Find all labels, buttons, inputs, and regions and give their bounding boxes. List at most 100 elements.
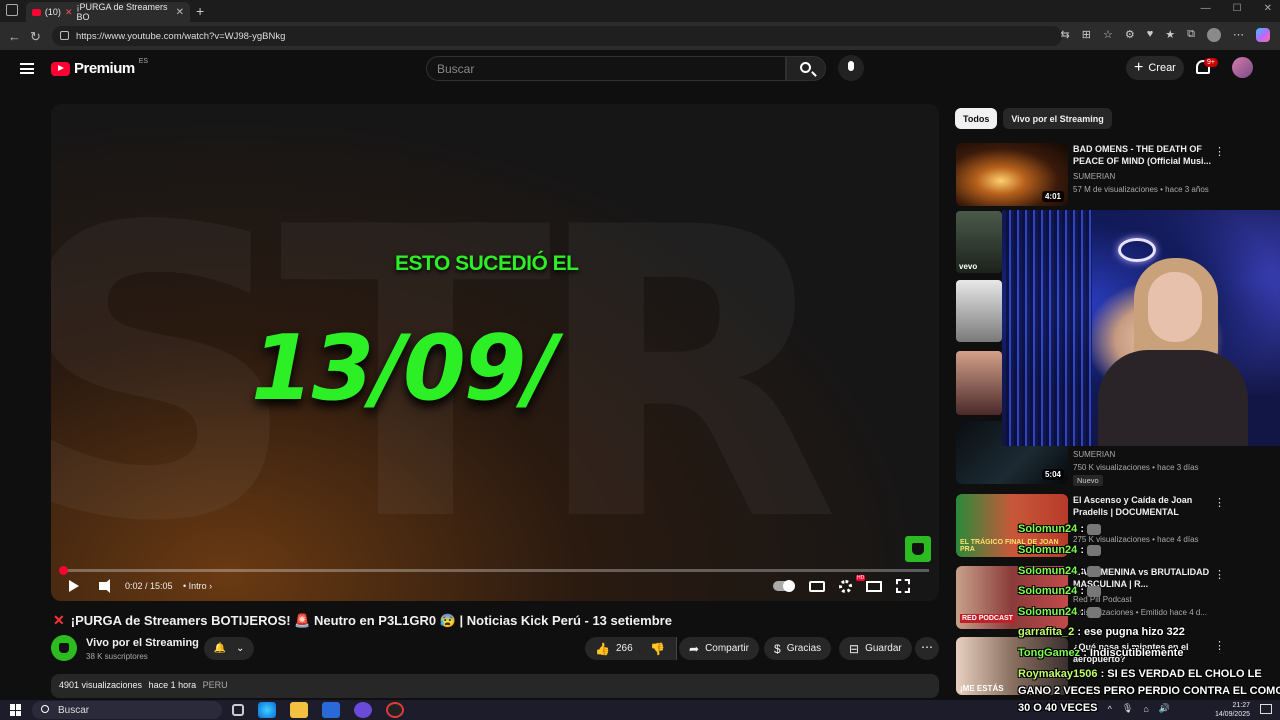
fullscreen-icon[interactable]: [896, 579, 910, 593]
url-field[interactable]: https://www.youtube.com/watch?v=WJ98-ygB…: [52, 26, 1062, 46]
create-button[interactable]: + Crear: [1126, 56, 1184, 80]
thumbs-up-icon: 👍: [595, 641, 610, 656]
recommended-video[interactable]: EL TRÁGICO FINAL DE JOAN PRA El Ascenso …: [956, 494, 1276, 558]
thumbs-down-icon: 👎: [650, 641, 665, 656]
progress-scrubber[interactable]: [59, 566, 68, 575]
clock-time: 21:27: [1232, 702, 1250, 709]
volume-icon[interactable]: [99, 579, 110, 593]
subtitles-icon[interactable]: [809, 580, 825, 592]
hamburger-menu-icon[interactable]: [20, 63, 34, 74]
like-count: 266: [615, 643, 633, 654]
search-button[interactable]: [786, 56, 826, 81]
favorite-star-icon[interactable]: ☆: [1103, 28, 1113, 42]
browser-tab-bar: (10) ✕ ¡PURGA de Streamers BO ✕ + — ☐ ✕: [0, 0, 1280, 22]
network-icon[interactable]: ⌂: [1143, 704, 1148, 714]
thanks-button[interactable]: $ Gracias: [764, 637, 832, 660]
play-icon[interactable]: [69, 580, 79, 592]
more-actions-icon[interactable]: ⋯: [915, 637, 939, 660]
store-icon[interactable]: [322, 702, 340, 718]
maximize-icon[interactable]: ☐: [1233, 3, 1242, 14]
mic-icon[interactable]: 🎙: [1122, 703, 1133, 714]
red-x-icon: ✕: [53, 612, 65, 628]
new-tab-icon[interactable]: +: [196, 3, 204, 19]
channel-watermark-icon[interactable]: [905, 536, 931, 562]
save-button[interactable]: ⊟ Guardar: [839, 637, 912, 660]
notification-center-icon[interactable]: [1260, 704, 1272, 714]
video-thumbnail[interactable]: [956, 351, 1002, 415]
rec-menu-icon[interactable]: ⋮: [1214, 145, 1225, 158]
dislike-button[interactable]: 👎: [640, 637, 674, 660]
windows-start-icon[interactable]: [10, 704, 22, 716]
video-title-row: ✕ ¡PURGA de Streamers BOTIJEROS! 🚨 Neutr…: [53, 612, 672, 629]
reload-icon[interactable]: ↻: [30, 29, 41, 45]
rec-menu-icon[interactable]: ⋮: [1214, 496, 1225, 509]
favorites-icon[interactable]: ★: [1165, 28, 1175, 42]
apps-icon[interactable]: ⊞: [1082, 28, 1091, 42]
theater-mode-icon[interactable]: [866, 580, 882, 592]
chat-text: :: [1080, 565, 1085, 577]
channel-name[interactable]: Vivo por el Streaming: [86, 637, 199, 649]
recommended-video[interactable]: RED PODCAST ...A FEMENINA vs BRUTALIDAD …: [956, 566, 1276, 630]
settings-gear-icon[interactable]: [839, 579, 852, 593]
minimize-icon[interactable]: —: [1201, 3, 1211, 14]
video-player[interactable]: STR ESTO SUCEDIÓ EL 13/09/ 0:02 / 15:05 …: [51, 104, 939, 601]
video-thumbnail[interactable]: [956, 280, 1002, 342]
youtube-premium-logo[interactable]: Premium ES: [51, 58, 148, 77]
copilot-icon[interactable]: [1256, 28, 1270, 42]
profile-icon[interactable]: [1207, 28, 1221, 42]
voice-search-icon[interactable]: [838, 55, 864, 81]
task-view-icon[interactable]: [232, 704, 244, 716]
taskbar-search[interactable]: Buscar: [32, 701, 222, 719]
video-title: ¡PURGA de Streamers BOTIJEROS! 🚨 Neutro …: [70, 612, 672, 628]
chat-text: 30 O 40 VECES: [1018, 702, 1098, 714]
video-thumbnail[interactable]: 4:01: [956, 143, 1068, 206]
menu-dots-icon[interactable]: ⋯: [1233, 28, 1244, 42]
rec-menu-icon[interactable]: ⋮: [1214, 568, 1225, 581]
close-window-icon[interactable]: ✕: [1264, 3, 1272, 14]
create-label: Crear: [1148, 62, 1176, 74]
rec-menu-icon[interactable]: ⋮: [1214, 639, 1225, 652]
translate-icon[interactable]: ⇆: [1061, 28, 1070, 42]
volume-tray-icon[interactable]: 🔊: [1159, 703, 1170, 714]
chip-channel[interactable]: Vivo por el Streaming: [1003, 108, 1112, 129]
performance-icon[interactable]: ♥: [1147, 28, 1154, 42]
channel-avatar[interactable]: [51, 635, 77, 661]
video-thumbnail[interactable]: vevo: [956, 211, 1002, 273]
description-box[interactable]: 4901 visualizaciones hace 1 hora PERU: [51, 674, 939, 698]
save-label: Guardar: [865, 643, 902, 654]
chat-text: :: [1080, 523, 1085, 535]
posted-time: hace 1 hora: [148, 680, 197, 690]
account-avatar[interactable]: [1232, 57, 1253, 78]
obs-icon[interactable]: [386, 702, 404, 718]
chat-text: :: [1080, 606, 1085, 618]
chat-message: garrafita_2 : ese pugna hizo 322: [1018, 626, 1185, 638]
search-input[interactable]: Buscar: [426, 56, 786, 81]
back-icon[interactable]: ←: [8, 29, 21, 44]
plus-icon: +: [1134, 59, 1144, 76]
rec-title: El Ascenso y Caída de Joan Pradells | DO…: [1073, 495, 1193, 517]
progress-bar[interactable]: [59, 566, 929, 575]
subscription-bell-button[interactable]: 🔔 ⌄: [204, 637, 254, 660]
streamer-face: [1148, 272, 1202, 342]
address-bar-row: ← ↻ https://www.youtube.com/watch?v=WJ98…: [0, 22, 1280, 50]
recommended-video[interactable]: 4:01 BAD OMENS - THE DEATH OF PEACE OF M…: [956, 143, 1276, 206]
chapter-label[interactable]: • Intro ›: [183, 581, 212, 591]
autoplay-toggle[interactable]: [773, 580, 795, 592]
browser-tab[interactable]: (10) ✕ ¡PURGA de Streamers BO ✕: [26, 2, 190, 22]
file-explorer-icon[interactable]: [290, 702, 308, 718]
extensions-icon[interactable]: ⚙: [1125, 28, 1135, 42]
chip-all[interactable]: Todos: [955, 108, 998, 129]
collections-icon[interactable]: ⧉: [1187, 28, 1195, 42]
chat-text: : Indiscutiblemente: [1083, 647, 1184, 659]
hd-badge-icon: HD: [856, 575, 866, 581]
share-button[interactable]: ➦ Compartir: [679, 637, 759, 660]
chat-message: Solomun24 :: [1018, 585, 1102, 597]
edge-icon[interactable]: [258, 702, 276, 718]
close-tab-icon[interactable]: ✕: [176, 7, 184, 18]
chevron-down-icon: ⌄: [236, 643, 245, 654]
logo-word: Premium: [74, 60, 135, 77]
taskbar-clock[interactable]: 21:27 14/09/2025: [1215, 701, 1250, 719]
tab-actions-icon[interactable]: [6, 4, 18, 16]
tray-chevron-icon[interactable]: ^: [1108, 704, 1112, 714]
discord-icon[interactable]: [354, 702, 372, 718]
